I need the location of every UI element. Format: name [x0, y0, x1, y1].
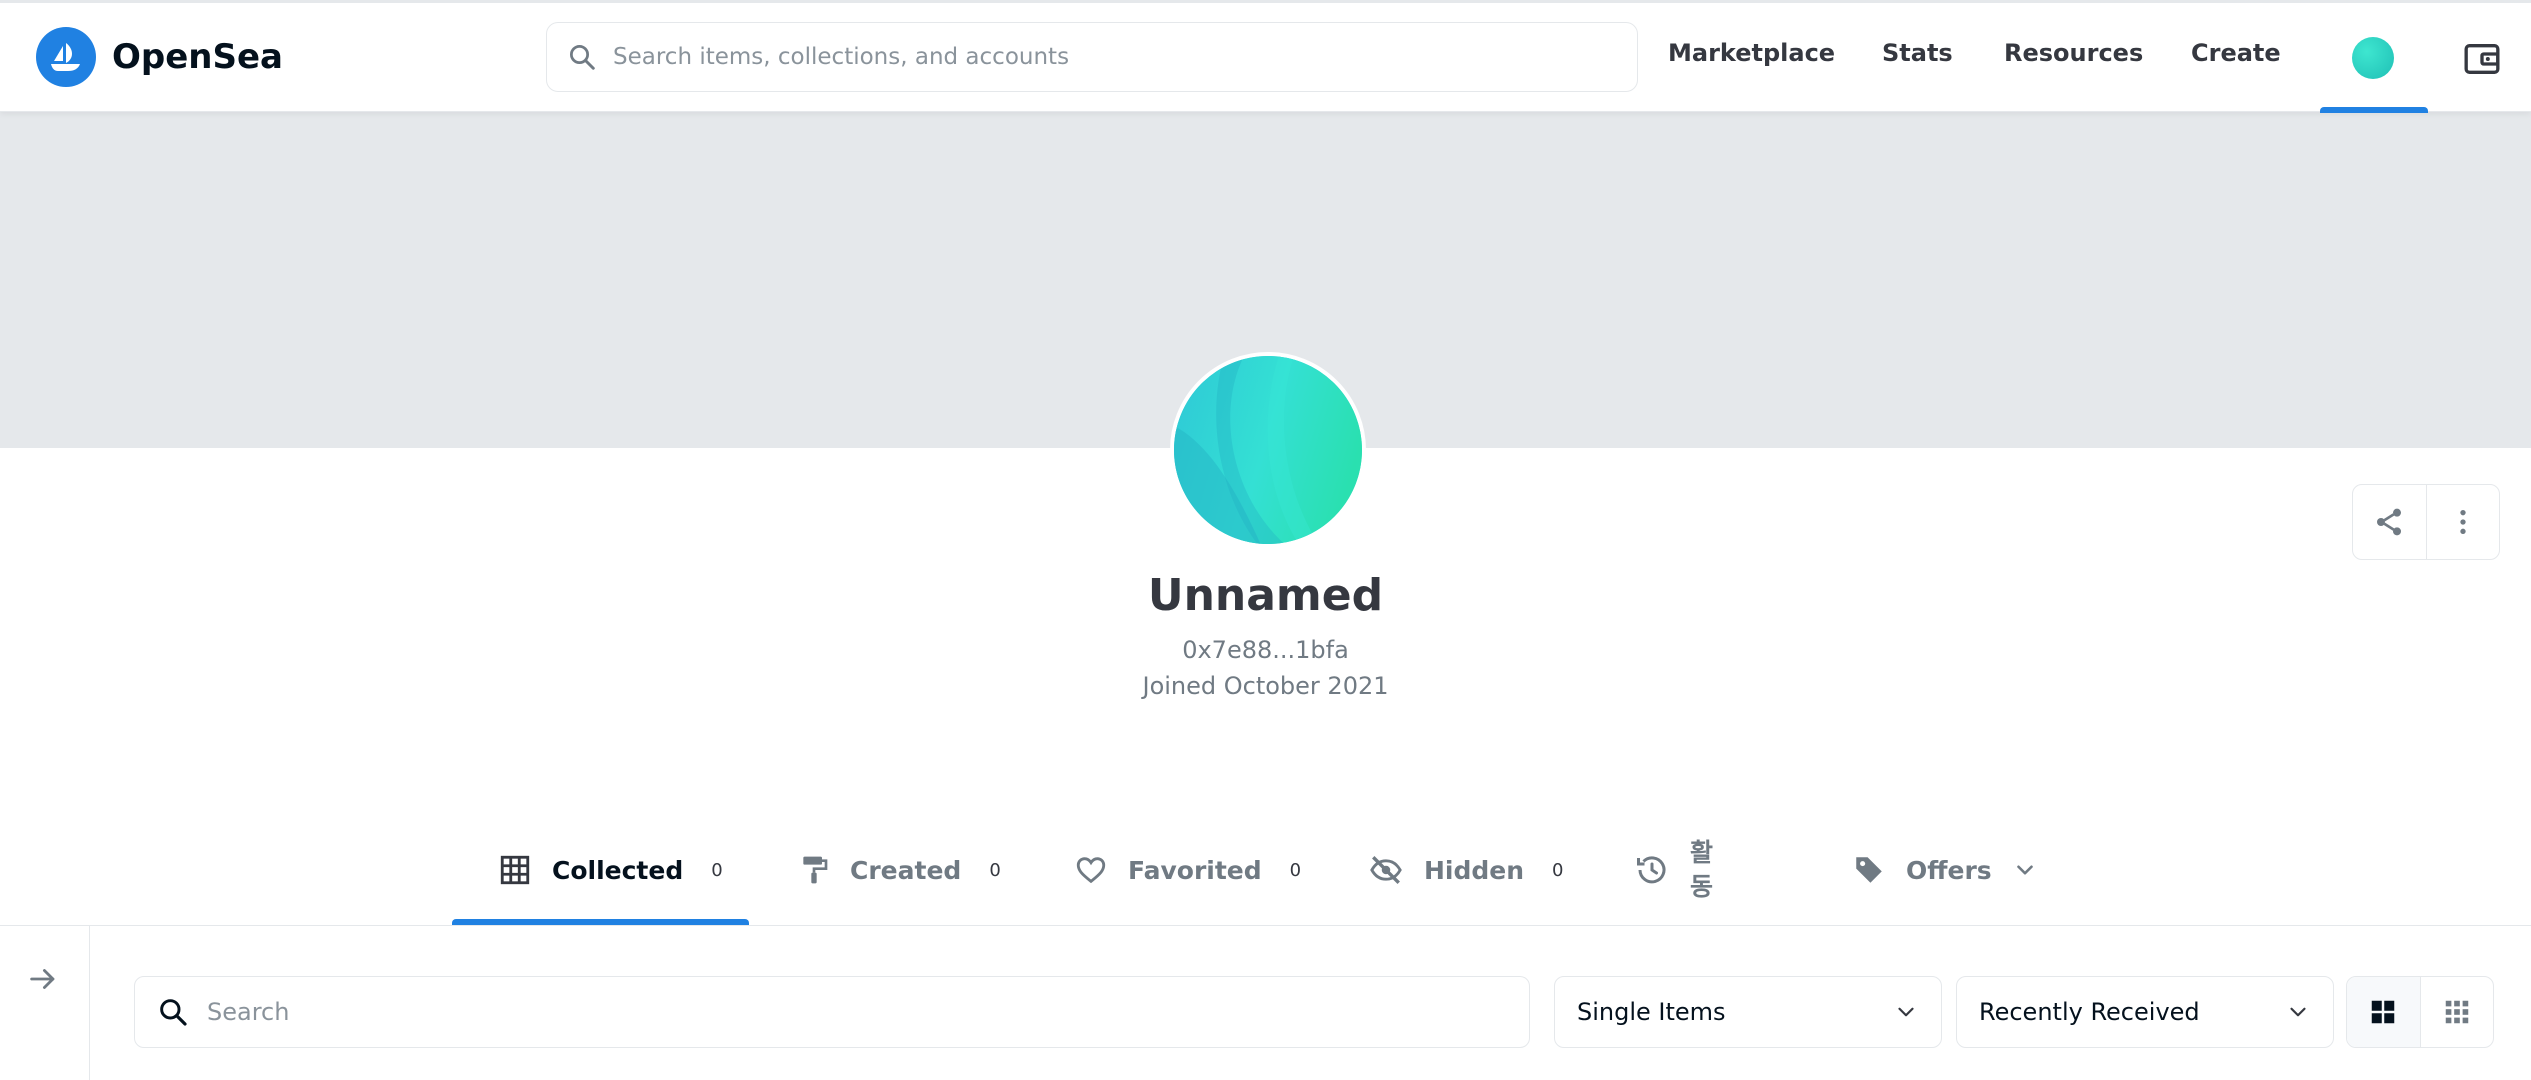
- sort-value: Recently Received: [1979, 998, 2200, 1026]
- opensea-logo-icon: [36, 27, 96, 87]
- tag-icon: [1856, 857, 1882, 883]
- sort-select[interactable]: Recently Received: [1956, 976, 2334, 1048]
- tab-hidden-label: Hidden: [1424, 855, 1525, 885]
- items-search-input[interactable]: [207, 998, 1407, 1026]
- chevron-down-icon: [2290, 1007, 2306, 1017]
- tab-offers-label: Offers: [1906, 855, 1992, 885]
- nav-create[interactable]: Create: [2191, 39, 2281, 67]
- brand-name: OpenSea: [112, 37, 283, 77]
- large-grid-icon: [2372, 1000, 2395, 1024]
- profile-picture: [1170, 352, 1366, 548]
- history-icon: [1637, 856, 1666, 884]
- nav-marketplace[interactable]: Marketplace: [1668, 39, 1835, 67]
- tab-hidden[interactable]: Hidden 0: [1368, 812, 1564, 928]
- global-search[interactable]: [546, 22, 1638, 92]
- filter-sidebar-toggle[interactable]: [0, 926, 90, 1080]
- heart-icon: [1076, 857, 1106, 884]
- logo[interactable]: OpenSea: [36, 27, 283, 87]
- tab-favorited-label: Favorited: [1128, 855, 1262, 885]
- tab-created-label: Created: [850, 855, 962, 885]
- nav-resources[interactable]: Resources: [2004, 39, 2143, 67]
- tab-activity-label: 활 동: [1690, 836, 1713, 904]
- tab-activity-label-line1: 활: [1690, 838, 1714, 867]
- tab-favorited[interactable]: Favorited 0: [1074, 812, 1301, 928]
- profile-avatar[interactable]: [2352, 37, 2394, 79]
- nav-active-indicator: [2320, 107, 2428, 113]
- tab-collected[interactable]: Collected 0: [498, 812, 723, 928]
- global-search-input[interactable]: [613, 44, 1573, 70]
- tab-collected-count: 0: [711, 859, 723, 881]
- wallet-address[interactable]: 0x7e88...1bfa: [0, 636, 2531, 664]
- grid-icon: [500, 855, 530, 885]
- profile-actions: [2352, 484, 2500, 560]
- chevron-down-icon: [2016, 865, 2033, 875]
- large-grid-button[interactable]: [2347, 977, 2421, 1047]
- small-grid-button[interactable]: [2421, 977, 2494, 1047]
- small-grid-icon: [2445, 1000, 2468, 1024]
- search-icon: [160, 999, 187, 1026]
- tab-activity-label-line2: 동: [1690, 872, 1714, 901]
- view-mode-toggle: [2346, 976, 2494, 1048]
- item-type-value: Single Items: [1577, 998, 1726, 1026]
- top-navbar: OpenSea Marketplace Stats Resources Crea…: [0, 0, 2531, 113]
- share-icon: [2377, 508, 2402, 536]
- nav-stats[interactable]: Stats: [1882, 39, 1953, 67]
- eye-off-icon: [1370, 856, 1402, 884]
- tab-offers[interactable]: Offers: [1852, 812, 2038, 928]
- more-options-button[interactable]: [2425, 485, 2500, 559]
- tab-hidden-count: 0: [1552, 859, 1564, 881]
- paint-roller-icon: [803, 856, 828, 884]
- tab-created-count: 0: [989, 859, 1001, 881]
- wallet-icon[interactable]: [2462, 39, 2502, 79]
- search-icon: [570, 45, 595, 70]
- share-button[interactable]: [2353, 485, 2426, 559]
- tab-favorited-count: 0: [1289, 859, 1302, 881]
- tabs-divider: [0, 925, 2531, 926]
- profile-name: Unnamed: [1147, 570, 1384, 621]
- tab-created[interactable]: Created 0: [798, 812, 1001, 928]
- chevron-down-icon: [1898, 1007, 1914, 1017]
- tab-collected-label: Collected: [552, 855, 684, 885]
- item-type-select[interactable]: Single Items: [1554, 976, 1942, 1048]
- more-vertical-icon: [2460, 510, 2466, 534]
- arrow-right-icon: [30, 969, 55, 989]
- items-search[interactable]: [134, 976, 1530, 1048]
- joined-date: Joined October 2021: [1142, 672, 1389, 700]
- tab-activity[interactable]: 활 동: [1634, 812, 1713, 928]
